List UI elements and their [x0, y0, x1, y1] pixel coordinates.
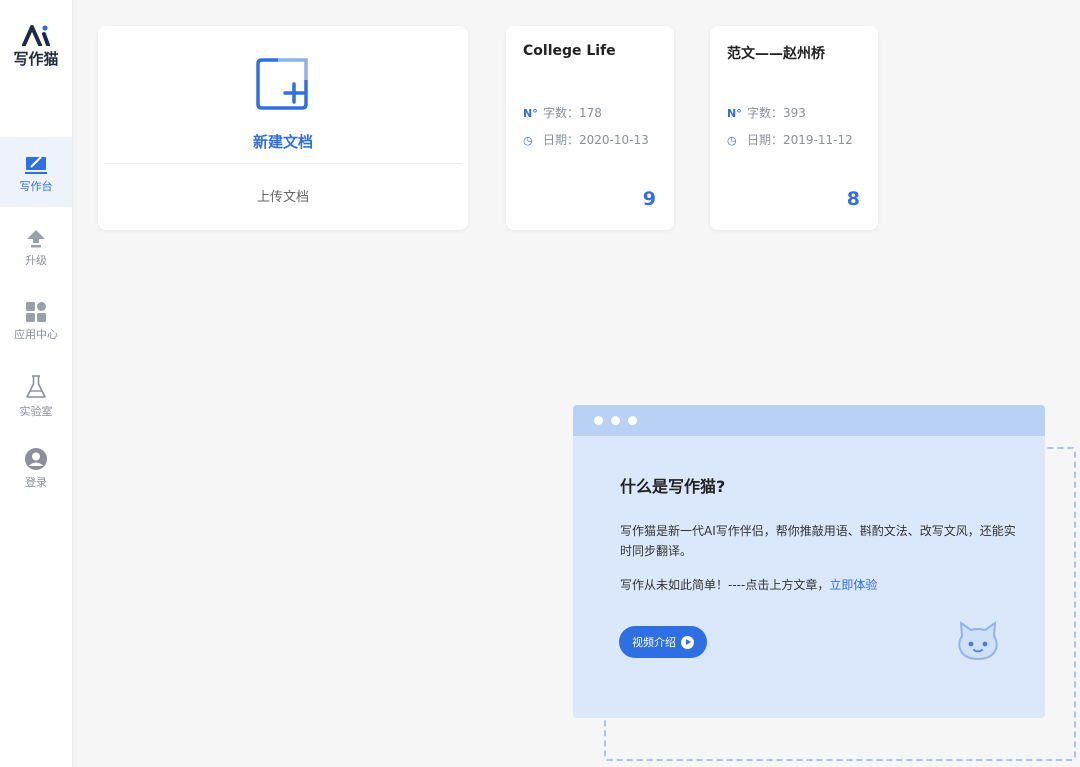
window-dot [611, 416, 620, 425]
write-desk-icon [25, 156, 47, 174]
intro-panel: 什么是写作猫? 写作猫是新一代AI写作伴侣，帮你推敲用语、斟酌文法、改写文风，还… [573, 405, 1045, 718]
cat-mascot-icon [958, 620, 998, 661]
clock-icon: ◷ [727, 134, 737, 147]
word-count-icon: N° [523, 107, 538, 120]
video-intro-label: 视频介绍 [632, 636, 676, 649]
try-now-link[interactable]: 立即体验 [829, 578, 877, 592]
new-document-button[interactable]: 新建文档 [98, 131, 468, 152]
intro-description: 写作猫是新一代AI写作伴侣，帮你推敲用语、斟酌文法、改写文风，还能实时同步翻译。 [620, 524, 1016, 558]
window-dot [594, 416, 603, 425]
sidebar-item-write-desk[interactable]: 写作台 [0, 137, 72, 207]
sidebar-item-label: 登录 [25, 476, 47, 489]
sidebar-item-label: 应用中心 [14, 328, 58, 341]
upload-document-button[interactable]: 上传文档 [98, 186, 468, 205]
intro-title: 什么是写作猫? [620, 477, 726, 496]
sidebar-item-label: 升级 [25, 254, 47, 267]
new-document-card: 新建文档 上传文档 [98, 26, 468, 230]
sidebar-item-label: 实验室 [19, 405, 53, 418]
lab-flask-icon [26, 375, 46, 398]
word-count: 字数：393 [747, 106, 806, 120]
intro-cta-text: 写作从未如此简单！----点击上方文章，立即体验 [620, 576, 877, 593]
logo-mark-icon [22, 25, 50, 46]
document-title: College Life [523, 43, 616, 59]
date-row: ◷ 日期：2020-10-13 [523, 131, 649, 148]
clock-icon: ◷ [523, 134, 533, 147]
new-document-icon[interactable] [256, 56, 312, 112]
sidebar-item-label: 写作台 [19, 180, 53, 193]
sidebar-item-lab[interactable]: 实验室 [0, 360, 72, 430]
play-icon [681, 635, 694, 649]
issue-count: 8 [846, 188, 860, 210]
document-title: 范文——赵州桥 [727, 46, 825, 62]
upgrade-arrow-icon [27, 230, 45, 248]
intro-cta-prefix: 写作从未如此简单！----点击上方文章， [620, 578, 830, 592]
document-card[interactable]: 范文——赵州桥 N° 字数：393 ◷ 日期：2019-11-12 8 [710, 26, 878, 230]
sidebar-item-app-center[interactable]: 应用中心 [0, 286, 72, 356]
video-intro-button[interactable]: 视频介绍 [619, 626, 707, 658]
intro-window-bar [573, 405, 1045, 436]
window-dot [628, 416, 637, 425]
word-count-row: N° 字数：178 [523, 104, 602, 121]
sidebar-item-login[interactable]: 登录 [0, 434, 72, 504]
app-logo[interactable]: 写作猫 [0, 24, 72, 69]
word-count-icon: N° [727, 107, 742, 120]
document-date: 日期：2020-10-13 [543, 133, 649, 147]
logo-text: 写作猫 [13, 50, 59, 68]
sidebar-item-upgrade[interactable]: 升级 [0, 212, 72, 282]
word-count-row: N° 字数：393 [727, 104, 806, 121]
document-date: 日期：2019-11-12 [747, 133, 853, 147]
document-card[interactable]: College Life N° 字数：178 ◷ 日期：2020-10-13 9 [506, 26, 674, 230]
issue-count: 9 [642, 188, 656, 210]
date-row: ◷ 日期：2019-11-12 [727, 131, 853, 148]
user-avatar-icon [25, 448, 47, 470]
word-count: 字数：178 [543, 106, 602, 120]
app-grid-icon [26, 302, 46, 322]
divider [104, 163, 462, 164]
sidebar: 写作猫 写作台 升级 应用中心 实验室 登录 [0, 0, 73, 767]
